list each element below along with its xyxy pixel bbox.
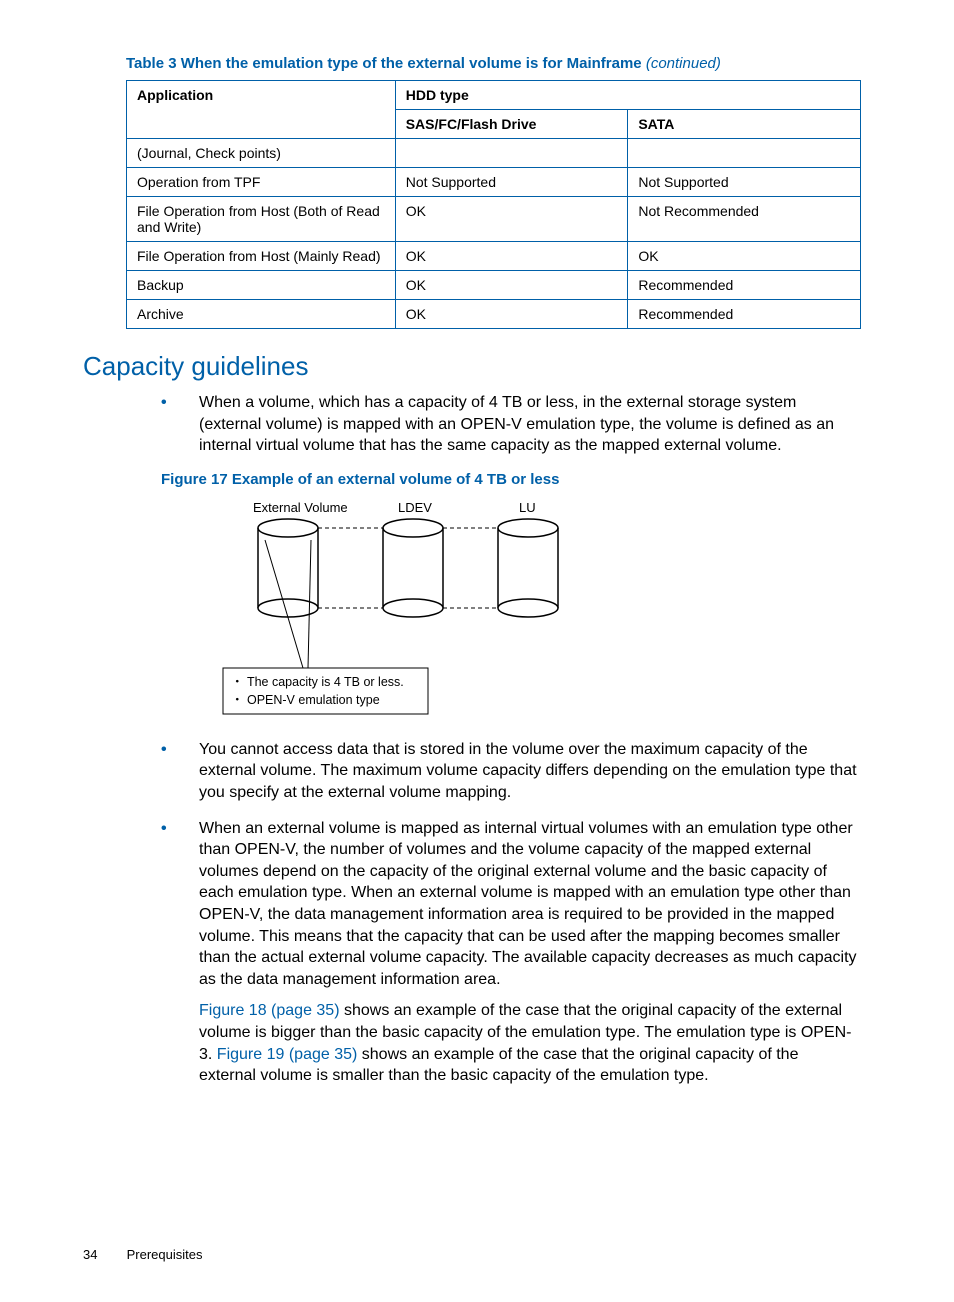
cell-c2: Not Recommended — [628, 197, 861, 242]
cell-c1: OK — [395, 197, 628, 242]
col-header-sas: SAS/FC/Flash Drive — [395, 110, 628, 139]
cell-c2 — [628, 139, 861, 168]
figure-17: External Volume LDEV LU — [213, 498, 859, 723]
section-heading: Capacity guidelines — [83, 351, 859, 382]
col-header-application: Application — [127, 81, 396, 139]
table-header-row-1: Application HDD type — [127, 81, 861, 110]
list-item: When a volume, which has a capacity of 4… — [161, 392, 859, 457]
table-caption-continued: (continued) — [646, 55, 721, 72]
table-caption: Table 3 When the emulation type of the e… — [126, 55, 859, 72]
cell-app: (Journal, Check points) — [127, 139, 396, 168]
label-ldev: LDEV — [398, 500, 432, 515]
cell-c1: OK — [395, 271, 628, 300]
cell-app: File Operation from Host (Mainly Read) — [127, 242, 396, 271]
page-number: 34 — [83, 1247, 123, 1262]
mainframe-emulation-table: Application HDD type SAS/FC/Flash Drive … — [126, 80, 861, 329]
cell-c1: OK — [395, 242, 628, 271]
page: Table 3 When the emulation type of the e… — [0, 0, 954, 1302]
table-row: File Operation from Host (Mainly Read) O… — [127, 242, 861, 271]
bullet-list: When a volume, which has a capacity of 4… — [161, 392, 859, 457]
list-item: When an external volume is mapped as int… — [161, 818, 859, 1087]
figure-note-1: ・ The capacity is 4 TB or less. — [231, 675, 404, 689]
cell-c1 — [395, 139, 628, 168]
col-header-sata: SATA — [628, 110, 861, 139]
cell-c2: Recommended — [628, 271, 861, 300]
label-external-volume: External Volume — [253, 500, 348, 515]
table-row: Operation from TPF Not Supported Not Sup… — [127, 168, 861, 197]
bullet-text: When a volume, which has a capacity of 4… — [199, 394, 834, 454]
label-lu: LU — [519, 500, 536, 515]
cell-app: Archive — [127, 300, 396, 329]
cell-c2: Not Supported — [628, 168, 861, 197]
cell-c2: OK — [628, 242, 861, 271]
cell-c1: Not Supported — [395, 168, 628, 197]
figure-caption: Figure 17 Example of an external volume … — [161, 471, 859, 488]
cell-c1: OK — [395, 300, 628, 329]
page-footer: 34 Prerequisites — [83, 1247, 859, 1262]
cell-app: Operation from TPF — [127, 168, 396, 197]
cell-app: Backup — [127, 271, 396, 300]
table-row: File Operation from Host (Both of Read a… — [127, 197, 861, 242]
table-row: Archive OK Recommended — [127, 300, 861, 329]
footer-section: Prerequisites — [127, 1247, 203, 1262]
table-row: (Journal, Check points) — [127, 139, 861, 168]
cell-c2: Recommended — [628, 300, 861, 329]
bullet-list: You cannot access data that is stored in… — [161, 739, 859, 1087]
bullet-text: You cannot access data that is stored in… — [199, 741, 857, 801]
link-figure-19[interactable]: Figure 19 (page 35) — [217, 1046, 358, 1063]
cell-app: File Operation from Host (Both of Read a… — [127, 197, 396, 242]
col-header-hdd: HDD type — [395, 81, 860, 110]
bullet-text: When an external volume is mapped as int… — [199, 820, 857, 988]
link-figure-18[interactable]: Figure 18 (page 35) — [199, 1002, 340, 1019]
list-item: You cannot access data that is stored in… — [161, 739, 859, 804]
figure-diagram: External Volume LDEV LU — [213, 498, 613, 723]
table-row: Backup OK Recommended — [127, 271, 861, 300]
figure-note-2: ・ OPEN-V emulation type — [231, 693, 380, 707]
bullet-paragraph: Figure 18 (page 35) shows an example of … — [199, 1000, 859, 1086]
table-caption-text: Table 3 When the emulation type of the e… — [126, 55, 642, 72]
